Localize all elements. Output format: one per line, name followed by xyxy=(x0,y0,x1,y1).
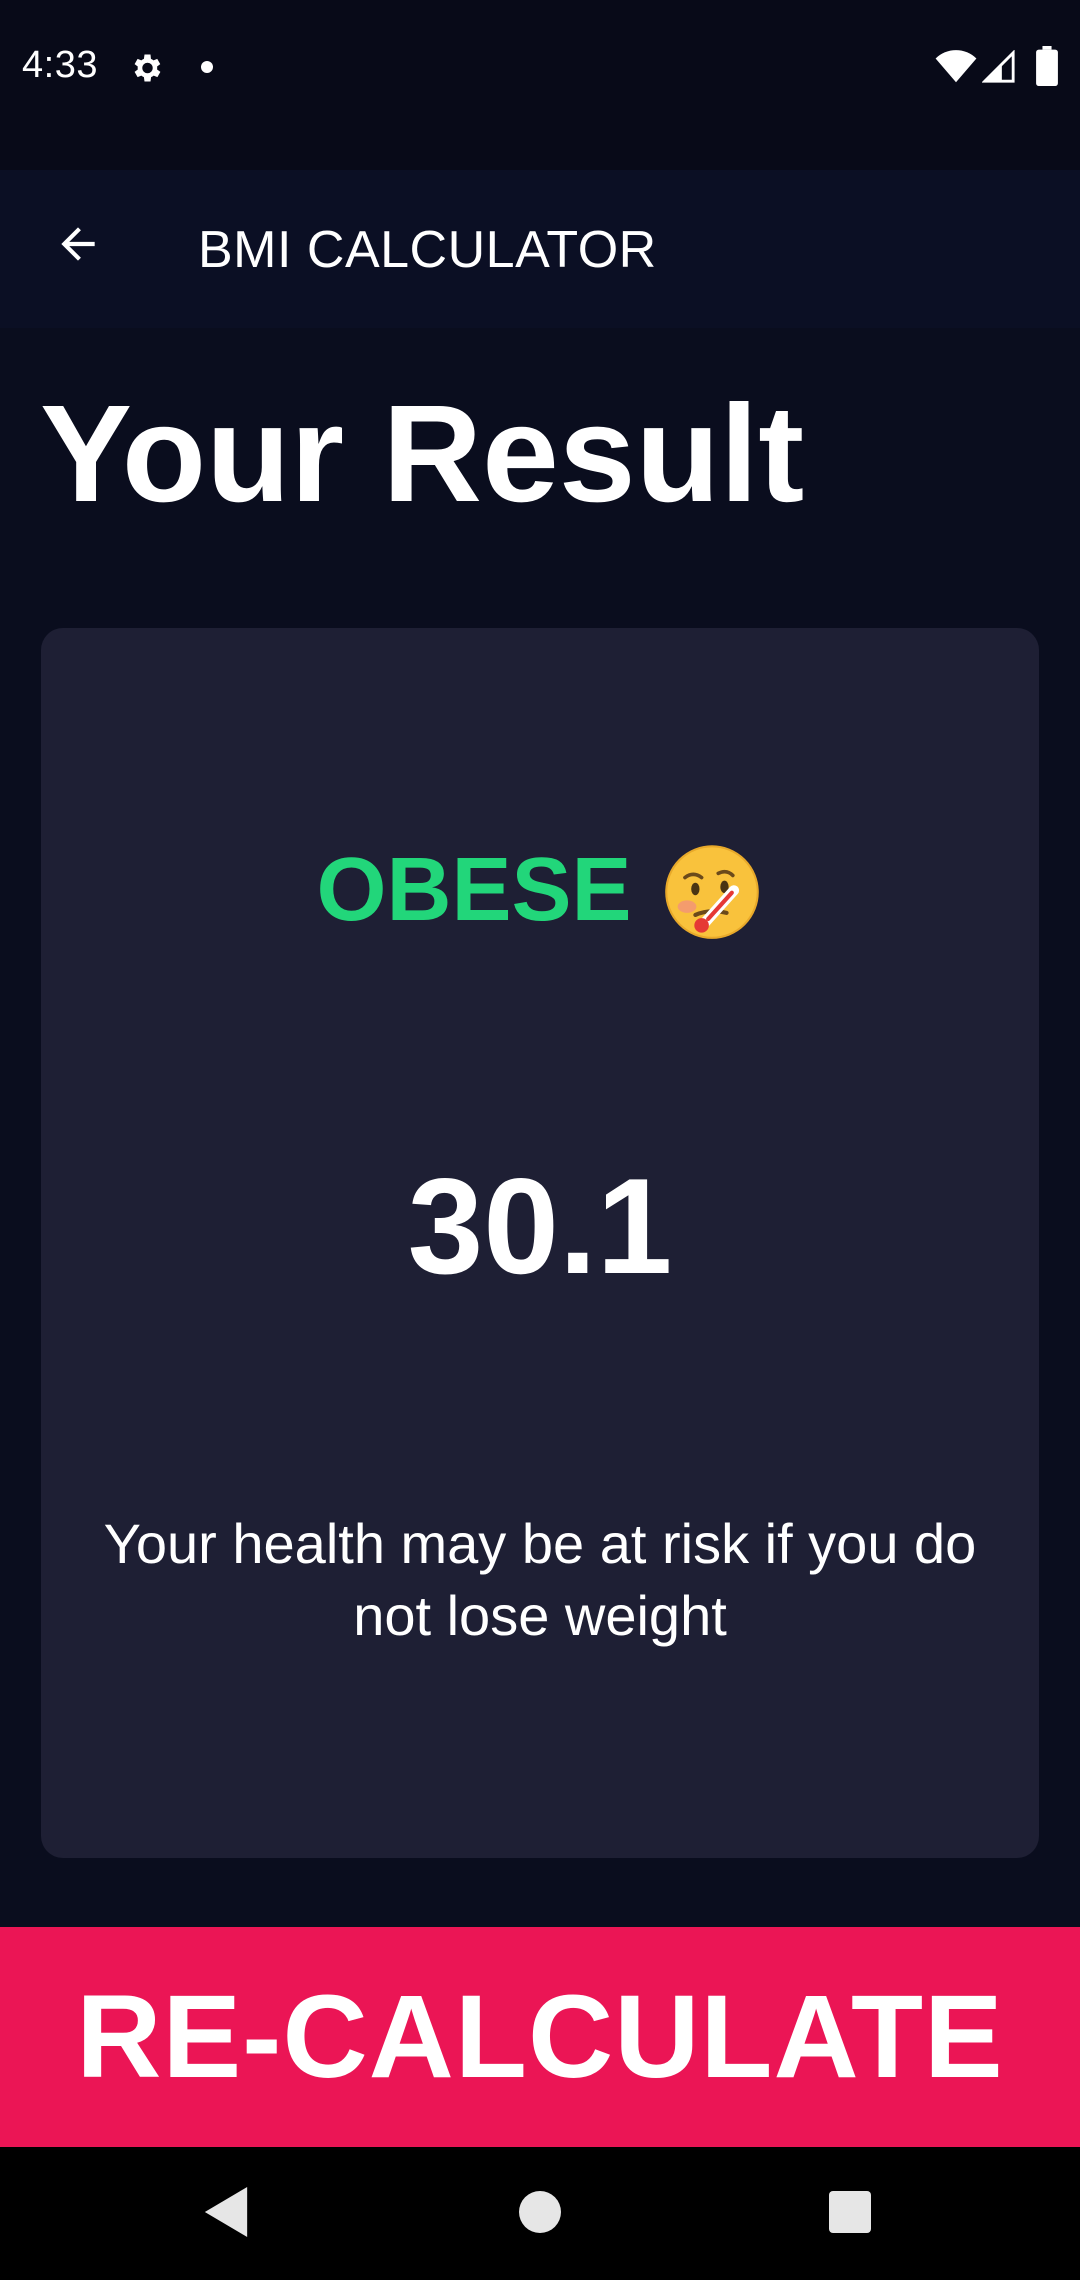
result-card: OBESE 30.1 Your health may be at risk if… xyxy=(41,628,1039,1858)
result-message: Your health may be at risk if you do not… xyxy=(103,1512,977,1647)
status-bar: 4:33 xyxy=(0,0,1080,170)
nav-recents-icon[interactable] xyxy=(829,2191,871,2233)
cell-signal-icon xyxy=(982,50,1015,83)
system-nav-bar xyxy=(0,2147,1080,2280)
back-button[interactable] xyxy=(44,210,112,278)
face-with-thermometer-icon xyxy=(664,845,759,939)
result-status-label: OBESE xyxy=(316,839,632,940)
arrow-left-icon xyxy=(61,227,95,261)
notification-dot-icon xyxy=(201,61,213,73)
nav-home-icon[interactable] xyxy=(519,2191,561,2233)
status-time: 4:33 xyxy=(22,44,98,86)
result-status: OBESE xyxy=(41,838,1039,942)
wifi-icon xyxy=(935,50,977,83)
battery-icon xyxy=(1036,46,1058,86)
page-title: Your Result xyxy=(40,377,805,531)
recalculate-button[interactable]: RE-CALCULATE xyxy=(0,1927,1080,2147)
nav-back-icon[interactable] xyxy=(204,2187,248,2237)
bmi-value: 30.1 xyxy=(407,1150,673,1302)
app-bar: BMI CALCULATOR xyxy=(0,170,1080,328)
gear-icon xyxy=(134,54,161,82)
app-title: BMI CALCULATOR xyxy=(198,221,657,279)
